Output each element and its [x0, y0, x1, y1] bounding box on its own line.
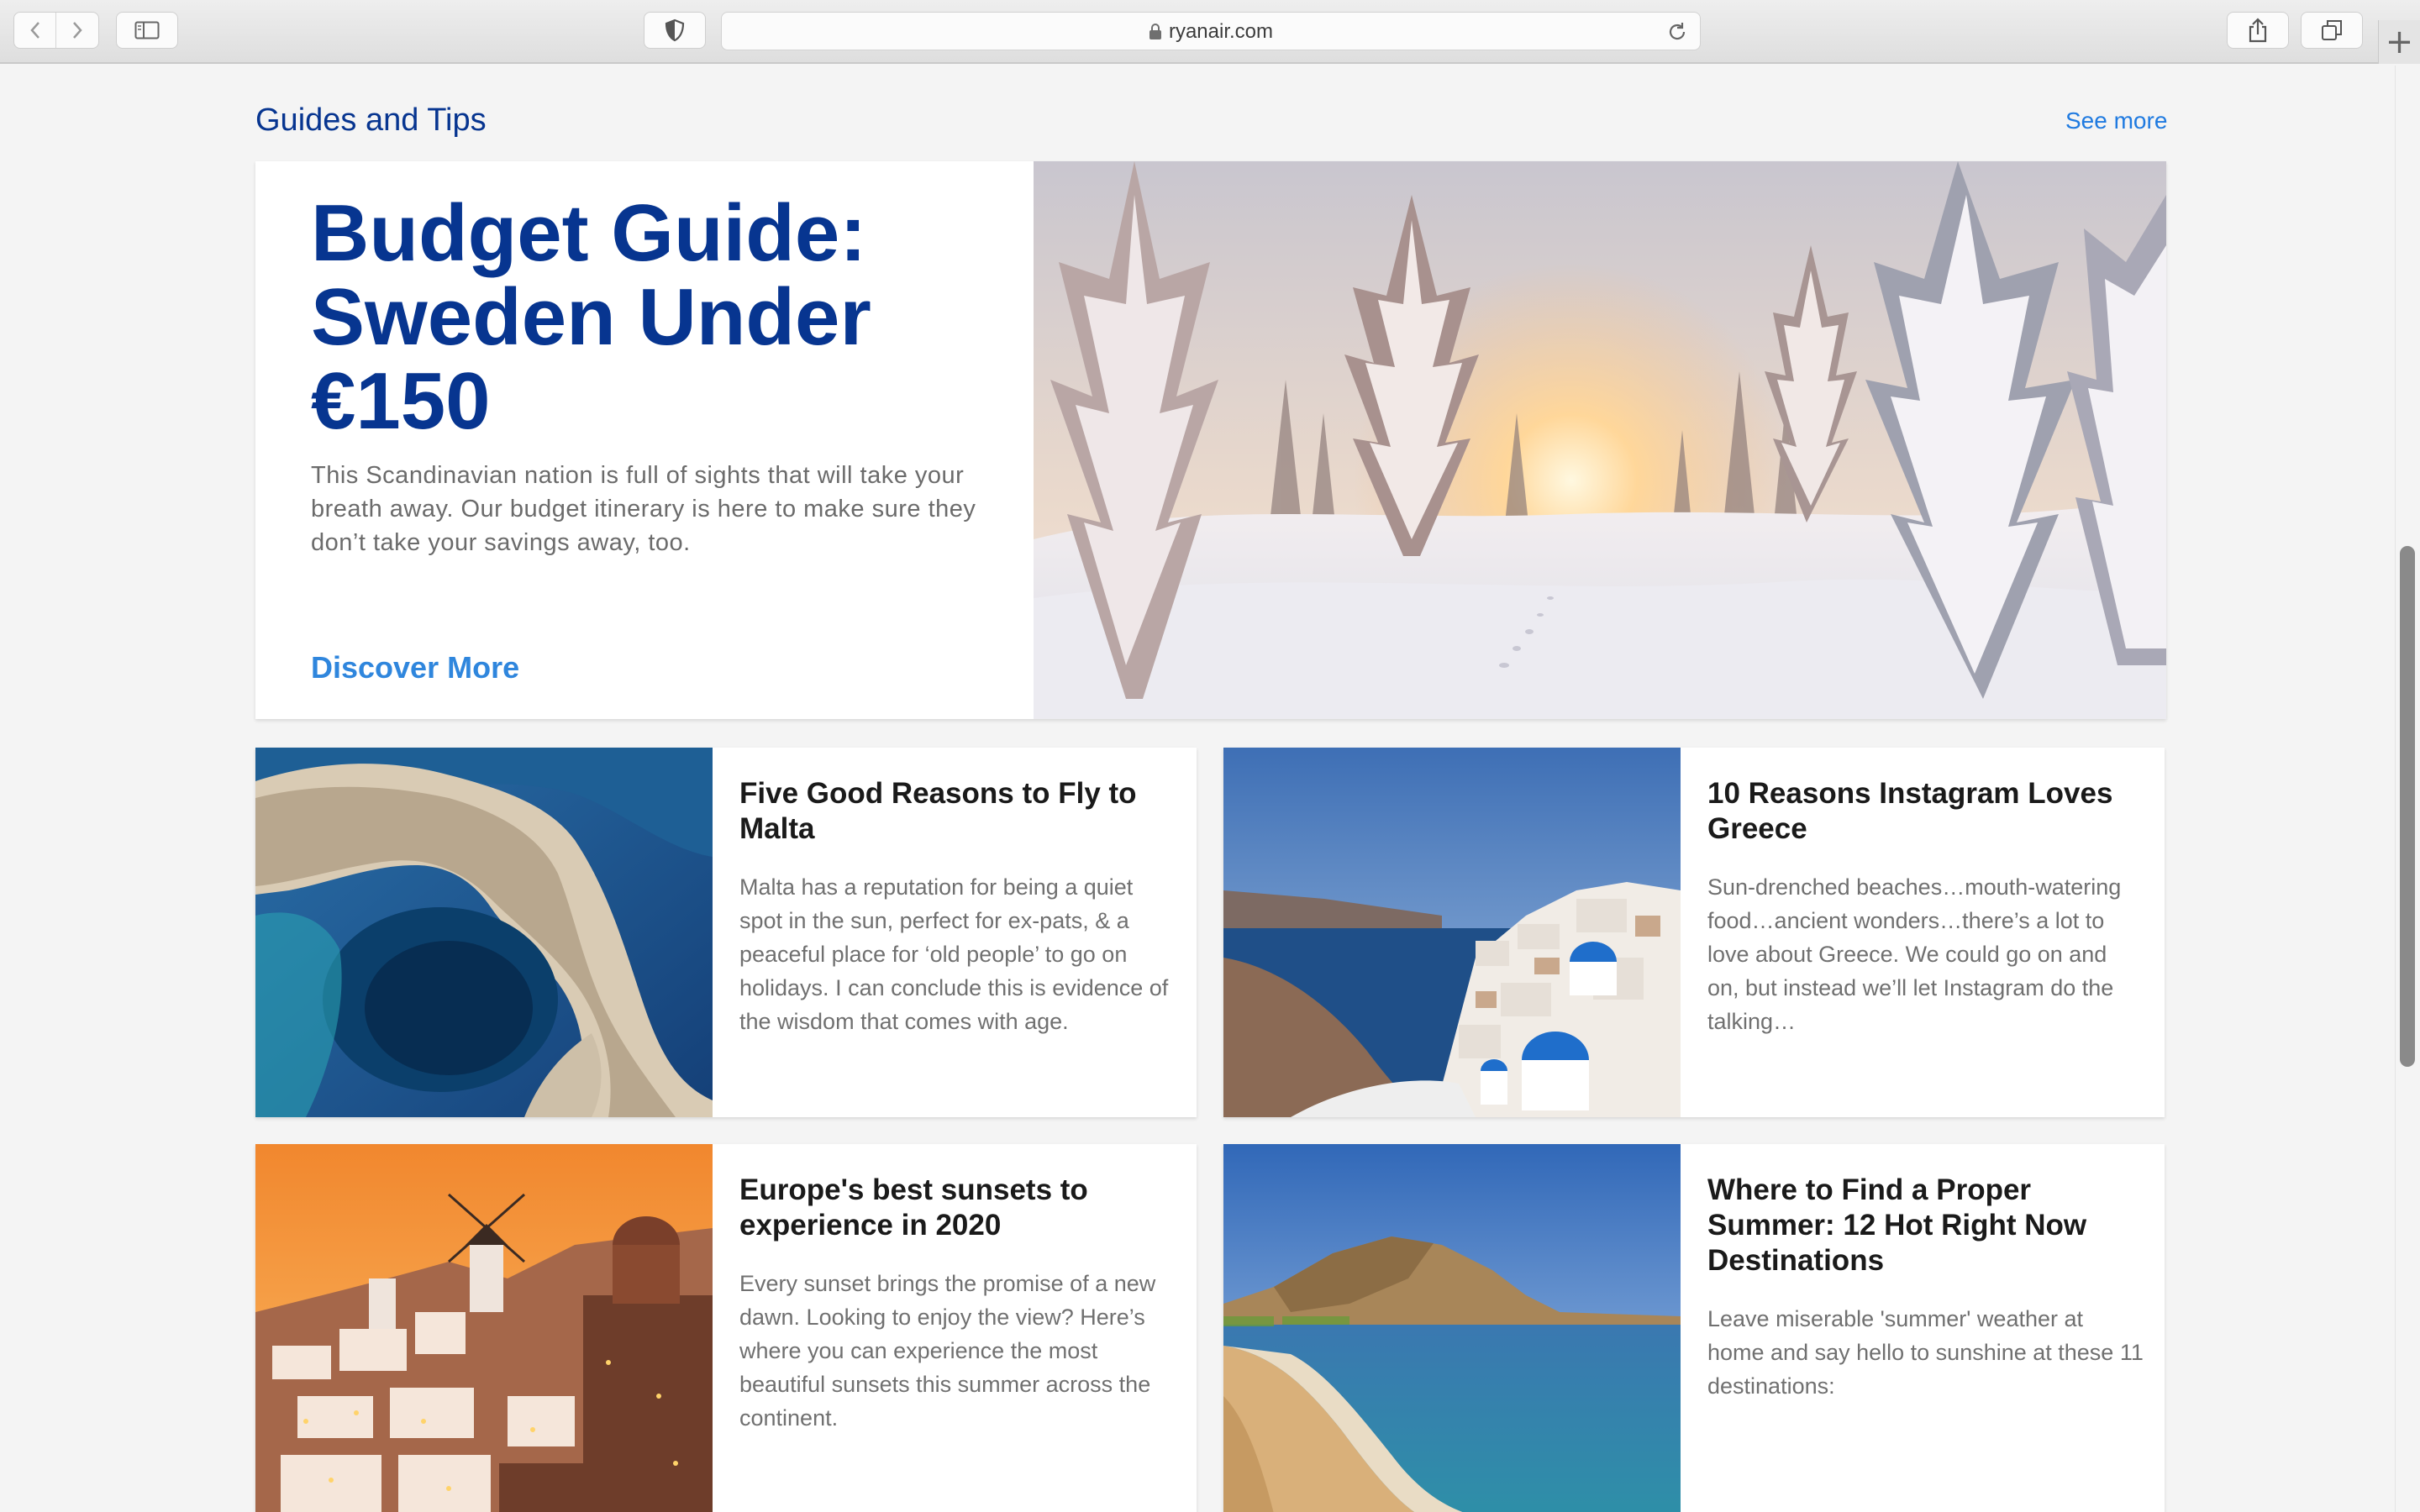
santorini-domes-image: [1223, 748, 1681, 1117]
guide-card-description: Sun-drenched beaches…mouth-watering food…: [1707, 874, 2122, 1034]
malta-coast-image: [255, 748, 713, 1117]
chevron-left-icon: [29, 22, 39, 39]
discover-more-link[interactable]: Discover More: [311, 650, 519, 685]
chevron-right-icon: [73, 22, 82, 39]
see-more-link[interactable]: See more: [2065, 108, 2167, 134]
address-bar[interactable]: ryanair.com: [721, 12, 1701, 50]
history-nav: [13, 12, 99, 49]
featured-guide-title[interactable]: Budget Guide: Sweden Under €150: [311, 192, 1000, 444]
guide-card-description: Malta has a reputation for being a quiet…: [739, 874, 1169, 1034]
guide-card-malta[interactable]: Five Good Reasons to Fly to Malta Malta …: [255, 748, 1197, 1117]
scrollbar-thumb[interactable]: [2400, 546, 2415, 1067]
featured-guide-text: Budget Guide: Sweden Under €150 This Sca…: [255, 161, 1034, 719]
reload-icon[interactable]: [1666, 21, 1688, 43]
new-tab-button[interactable]: +: [2378, 20, 2420, 64]
sidebar-icon: [134, 21, 160, 39]
guide-card-title[interactable]: Five Good Reasons to Fly to Malta: [739, 776, 1176, 847]
featured-guide-description: This Scandinavian nation is full of sigh…: [311, 462, 976, 556]
share-icon: [2249, 18, 2267, 43]
guide-card-sunsets[interactable]: Europe's best sunsets to experience in 2…: [255, 1144, 1197, 1512]
plus-icon: +: [2385, 23, 2414, 61]
guide-card-title[interactable]: Europe's best sunsets to experience in 2…: [739, 1173, 1176, 1243]
url-text: ryanair.com: [1168, 20, 1274, 43]
share-button[interactable]: [2227, 12, 2289, 49]
snowy-forest-image[interactable]: [1034, 161, 2166, 719]
sunset-village-image: [255, 1144, 713, 1512]
forward-button[interactable]: [56, 13, 98, 48]
browser-toolbar: ryanair.com +: [0, 0, 2420, 64]
guide-card-body: 10 Reasons Instagram Loves Greece Sun-dr…: [1707, 776, 2144, 1038]
back-button[interactable]: [14, 13, 56, 48]
lock-icon: [1149, 24, 1161, 39]
beach-coast-image: [1223, 1144, 1681, 1512]
guide-card-title[interactable]: 10 Reasons Instagram Loves Greece: [1707, 776, 2144, 847]
shield-icon: [665, 18, 685, 42]
guide-card-body: Five Good Reasons to Fly to Malta Malta …: [739, 776, 1176, 1038]
guide-card-body: Europe's best sunsets to experience in 2…: [739, 1173, 1176, 1435]
tabs-icon: [2322, 20, 2342, 40]
guide-card-title[interactable]: Where to Find a Proper Summer: 12 Hot Ri…: [1707, 1173, 2144, 1278]
guide-card-summer[interactable]: Where to Find a Proper Summer: 12 Hot Ri…: [1223, 1144, 2165, 1512]
section-title: Guides and Tips: [255, 102, 487, 138]
featured-guide-card[interactable]: Budget Guide: Sweden Under €150 This Sca…: [255, 161, 2166, 719]
guide-card-description: Leave miserable 'summer' weather at home…: [1707, 1306, 2144, 1399]
guide-card-greece[interactable]: 10 Reasons Instagram Loves Greece Sun-dr…: [1223, 748, 2165, 1117]
page: ryanair.com + Guides and Tips See more B…: [0, 0, 2420, 1512]
guide-card-body: Where to Find a Proper Summer: 12 Hot Ri…: [1707, 1173, 2144, 1403]
tab-overview-button[interactable]: [2301, 12, 2363, 49]
sidebar-button[interactable]: [116, 12, 178, 49]
guide-card-description: Every sunset brings the promise of a new…: [739, 1271, 1156, 1431]
url-display: ryanair.com: [722, 13, 1700, 51]
privacy-report-button[interactable]: [644, 12, 706, 49]
